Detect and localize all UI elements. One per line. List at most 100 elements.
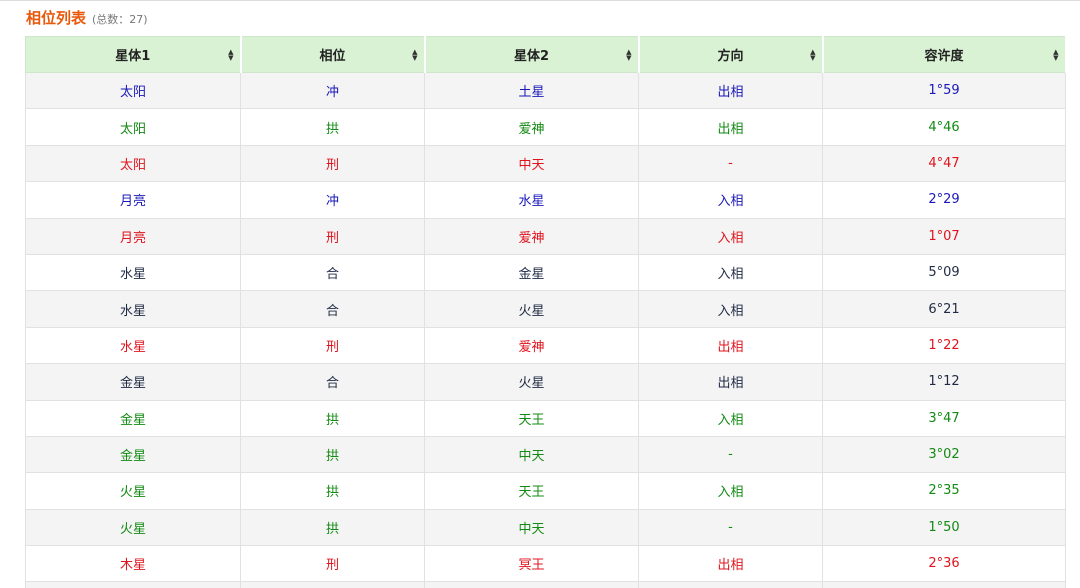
cell-orb: 6°21 bbox=[823, 291, 1066, 327]
table-row: 水星刑爱神出相1°22 bbox=[26, 327, 1066, 363]
sort-icon[interactable]: ▲▼ bbox=[228, 49, 233, 61]
cell-direction: 入相 bbox=[639, 254, 823, 290]
column-header-label: 相位 bbox=[319, 49, 345, 64]
cell-orb: 5°09 bbox=[823, 254, 1066, 290]
cell-orb: 4°47 bbox=[823, 145, 1066, 181]
cell-planet2: 中天 bbox=[425, 509, 639, 545]
cell-orb: 1°12 bbox=[823, 364, 1066, 400]
sort-icon[interactable]: ▲▼ bbox=[1053, 49, 1058, 61]
table-row: 金星合火星出相1°12 bbox=[26, 364, 1066, 400]
cell-direction: 入相 bbox=[639, 291, 823, 327]
cell-direction: - bbox=[639, 509, 823, 545]
cell-planet2: 爱神 bbox=[425, 327, 639, 363]
table-row: 火星拱中天-1°50 bbox=[26, 509, 1066, 545]
total-count: (总数：27) bbox=[92, 11, 148, 27]
table-row: 太阳冲土星出相1°59 bbox=[26, 73, 1066, 109]
column-header-direction[interactable]: 方向 ▲▼ bbox=[639, 37, 823, 73]
table-row: 水星合火星入相6°21 bbox=[26, 291, 1066, 327]
cell-planet1: 太阳 bbox=[26, 145, 241, 181]
cell-planet2: 天王 bbox=[425, 473, 639, 509]
cell-planet2: 金星 bbox=[425, 254, 639, 290]
cell-direction: 出相 bbox=[639, 546, 823, 582]
table-row: 火星拱天王入相2°35 bbox=[26, 473, 1066, 509]
column-header-planet2[interactable]: 星体2 ▲▼ bbox=[425, 37, 639, 73]
table-header-row: 星体1▲▼ 相位 ▲▼ 星体2 ▲▼ 方向 ▲▼ 容许度 ▲▼ bbox=[26, 37, 1066, 73]
top-divider bbox=[0, 0, 1080, 1]
table-row: 金星拱天王入相3°47 bbox=[26, 400, 1066, 436]
cell-planet1: 金星 bbox=[26, 436, 241, 472]
aspect-table: 星体1▲▼ 相位▲▼ 星体2▲▼ 方向▲▼ 容许度▲▼ 太阳冲土星出相1°59太… bbox=[25, 36, 1067, 588]
cell-aspect: 拱 bbox=[241, 509, 425, 545]
cell-planet2: 天王 bbox=[425, 400, 639, 436]
cell-planet2: 土星 bbox=[425, 73, 639, 109]
cell-planet2: 火星 bbox=[425, 291, 639, 327]
cell-planet2: 火星 bbox=[425, 364, 639, 400]
table-row: 太阳拱爱神出相4°46 bbox=[26, 109, 1066, 145]
sort-icon[interactable]: ▲▼ bbox=[810, 49, 815, 61]
table-row: 太阳刑中天-4°47 bbox=[26, 145, 1066, 181]
column-header-orb[interactable]: 容许度 ▲▼ bbox=[823, 37, 1066, 73]
table-cell bbox=[241, 582, 425, 588]
sort-icon[interactable]: ▲▼ bbox=[412, 49, 417, 61]
column-header-planet1[interactable]: 星体1▲▼ bbox=[26, 37, 241, 73]
cell-aspect: 拱 bbox=[241, 109, 425, 145]
column-header-label: 星体2 bbox=[514, 49, 549, 64]
cell-orb: 3°47 bbox=[823, 400, 1066, 436]
cell-aspect: 刑 bbox=[241, 218, 425, 254]
cell-orb: 2°35 bbox=[823, 473, 1066, 509]
cell-planet1: 水星 bbox=[26, 254, 241, 290]
cell-direction: 出相 bbox=[639, 327, 823, 363]
sort-icon[interactable]: ▲▼ bbox=[626, 49, 631, 61]
cell-planet1: 月亮 bbox=[26, 182, 241, 218]
cell-aspect: 冲 bbox=[241, 182, 425, 218]
table-cell bbox=[823, 582, 1066, 588]
table-cell bbox=[26, 582, 241, 588]
cell-direction: 入相 bbox=[639, 473, 823, 509]
cell-direction: - bbox=[639, 145, 823, 181]
table-row: 水星合金星入相5°09 bbox=[26, 254, 1066, 290]
cell-planet2: 爱神 bbox=[425, 109, 639, 145]
cell-planet2: 中天 bbox=[425, 145, 639, 181]
section-title: 相位列表 bbox=[26, 7, 86, 28]
table-row: 金星拱中天-3°02 bbox=[26, 436, 1066, 472]
cell-planet2: 中天 bbox=[425, 436, 639, 472]
cell-orb: 2°29 bbox=[823, 182, 1066, 218]
cell-planet1: 火星 bbox=[26, 509, 241, 545]
table-row bbox=[26, 582, 1066, 588]
cell-orb: 2°36 bbox=[823, 546, 1066, 582]
cell-aspect: 刑 bbox=[241, 145, 425, 181]
column-header-aspect[interactable]: 相位 ▲▼ bbox=[241, 37, 425, 73]
cell-planet2: 水星 bbox=[425, 182, 639, 218]
cell-orb: 1°22 bbox=[823, 327, 1066, 363]
cell-planet1: 月亮 bbox=[26, 218, 241, 254]
cell-direction: 入相 bbox=[639, 400, 823, 436]
cell-orb: 1°59 bbox=[823, 73, 1066, 109]
cell-direction: 入相 bbox=[639, 182, 823, 218]
column-header-label: 方向 bbox=[717, 49, 743, 64]
cell-planet1: 太阳 bbox=[26, 109, 241, 145]
cell-planet2: 冥王 bbox=[425, 546, 639, 582]
cell-planet1: 水星 bbox=[26, 327, 241, 363]
cell-aspect: 刑 bbox=[241, 546, 425, 582]
cell-orb: 1°50 bbox=[823, 509, 1066, 545]
table-row: 木星刑冥王出相2°36 bbox=[26, 546, 1066, 582]
cell-planet2: 爱神 bbox=[425, 218, 639, 254]
cell-orb: 3°02 bbox=[823, 436, 1066, 472]
cell-direction: 出相 bbox=[639, 109, 823, 145]
cell-orb: 4°46 bbox=[823, 109, 1066, 145]
cell-aspect: 拱 bbox=[241, 400, 425, 436]
cell-planet1: 火星 bbox=[26, 473, 241, 509]
cell-direction: 入相 bbox=[639, 218, 823, 254]
cell-planet1: 金星 bbox=[26, 364, 241, 400]
cell-aspect: 刑 bbox=[241, 327, 425, 363]
cell-planet1: 金星 bbox=[26, 400, 241, 436]
cell-aspect: 合 bbox=[241, 364, 425, 400]
cell-planet1: 水星 bbox=[26, 291, 241, 327]
cell-direction: 出相 bbox=[639, 73, 823, 109]
cell-aspect: 冲 bbox=[241, 73, 425, 109]
cell-aspect: 拱 bbox=[241, 436, 425, 472]
cell-planet1: 木星 bbox=[26, 546, 241, 582]
cell-direction: - bbox=[639, 436, 823, 472]
column-header-label: 容许度 bbox=[924, 49, 963, 64]
table-cell bbox=[425, 582, 639, 588]
